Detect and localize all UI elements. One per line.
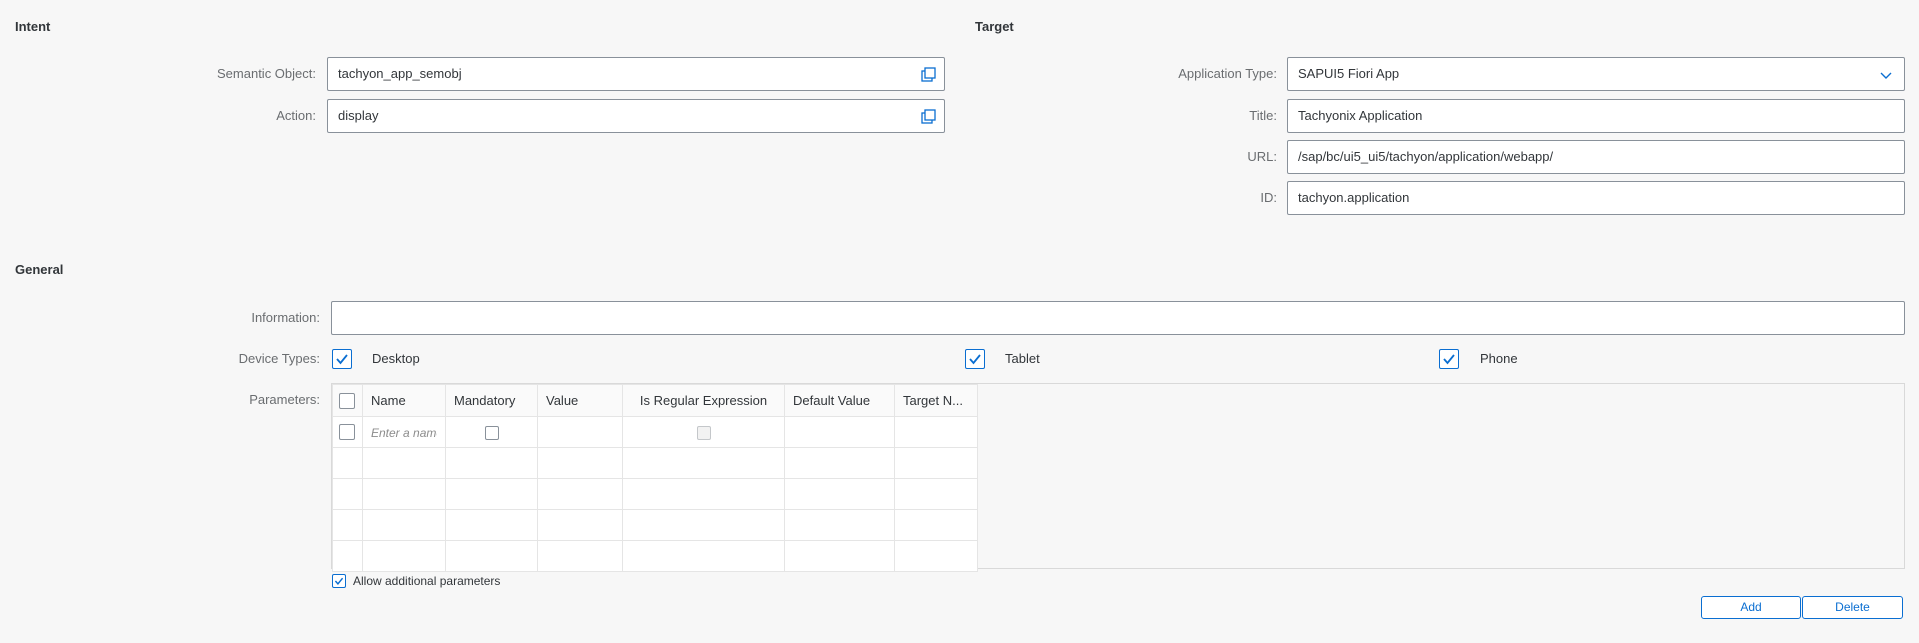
id-input[interactable]: tachyon.application — [1287, 181, 1905, 215]
column-header-target-name[interactable]: Target N... — [894, 384, 978, 417]
parameters-table-container: Name Mandatory Value Is Regular Expressi… — [331, 383, 1905, 572]
table-row: Enter a name — [332, 416, 978, 448]
default-value-cell[interactable] — [784, 416, 895, 448]
device-types-label: Device Types: — [238, 351, 320, 366]
column-header-name[interactable]: Name — [362, 384, 446, 417]
name-cell[interactable]: Enter a name — [362, 416, 446, 448]
row-checkbox[interactable] — [339, 424, 355, 440]
id-label: ID: — [1260, 190, 1277, 205]
regex-cell — [622, 416, 785, 448]
select-all-checkbox[interactable] — [339, 392, 355, 409]
phone-checkbox[interactable] — [1439, 349, 1459, 369]
desktop-label: Desktop — [372, 351, 420, 366]
tablet-label: Tablet — [1005, 351, 1040, 366]
table-row — [332, 447, 978, 479]
regex-checkbox — [696, 425, 711, 440]
application-type-value: SAPUI5 Fiori App — [1298, 66, 1400, 81]
intent-section-title: Intent — [15, 19, 51, 34]
checkmark-icon — [334, 577, 344, 585]
action-label: Action: — [276, 108, 316, 123]
select-all-cell — [332, 384, 363, 417]
semantic-object-input[interactable]: tachyon_app_semobj — [327, 57, 945, 91]
column-header-mandatory[interactable]: Mandatory — [445, 384, 538, 417]
mandatory-checkbox[interactable] — [484, 425, 499, 440]
allow-additional-label: Allow additional parameters — [353, 574, 501, 588]
information-input[interactable] — [331, 301, 1905, 335]
table-row — [332, 478, 978, 510]
title-label: Title: — [1249, 108, 1277, 123]
value-help-icon[interactable] — [921, 109, 936, 124]
column-header-regex[interactable]: Is Regular Expression — [622, 384, 785, 417]
title-input[interactable]: Tachyonix Application — [1287, 99, 1905, 133]
action-value: display — [338, 108, 379, 123]
information-label: Information: — [251, 310, 320, 325]
target-section-title: Target — [975, 19, 1014, 34]
mandatory-cell — [445, 416, 538, 448]
add-button[interactable]: Add — [1701, 596, 1801, 619]
application-type-label: Application Type: — [1178, 66, 1277, 81]
url-input[interactable]: /sap/bc/ui5_ui5/tachyon/application/weba… — [1287, 140, 1905, 174]
delete-button[interactable]: Delete — [1802, 596, 1903, 619]
name-placeholder: Enter a name — [371, 425, 437, 440]
tablet-checkbox[interactable] — [965, 349, 985, 369]
column-header-default-value[interactable]: Default Value — [784, 384, 895, 417]
value-cell[interactable] — [537, 416, 623, 448]
checkmark-icon — [336, 354, 348, 365]
desktop-checkbox[interactable] — [332, 349, 352, 369]
parameters-label: Parameters: — [249, 392, 320, 407]
general-section-title: General — [15, 262, 64, 277]
parameters-table: Name Mandatory Value Is Regular Expressi… — [332, 384, 978, 572]
checkmark-icon — [969, 354, 981, 365]
table-header-row: Name Mandatory Value Is Regular Expressi… — [332, 384, 978, 417]
url-label: URL: — [1247, 149, 1277, 164]
semantic-object-label: Semantic Object: — [217, 66, 316, 81]
row-select-cell — [332, 416, 363, 448]
chevron-down-icon[interactable] — [1880, 69, 1892, 81]
value-help-icon[interactable] — [921, 67, 936, 82]
target-name-cell[interactable] — [894, 416, 978, 448]
column-header-value[interactable]: Value — [537, 384, 623, 417]
allow-additional-checkbox[interactable] — [332, 574, 346, 588]
semantic-object-value: tachyon_app_semobj — [338, 66, 462, 81]
table-row — [332, 540, 978, 572]
action-input[interactable]: display — [327, 99, 945, 133]
application-type-select[interactable]: SAPUI5 Fiori App — [1287, 57, 1905, 91]
table-row — [332, 509, 978, 541]
phone-label: Phone — [1480, 351, 1518, 366]
checkmark-icon — [1443, 354, 1455, 365]
